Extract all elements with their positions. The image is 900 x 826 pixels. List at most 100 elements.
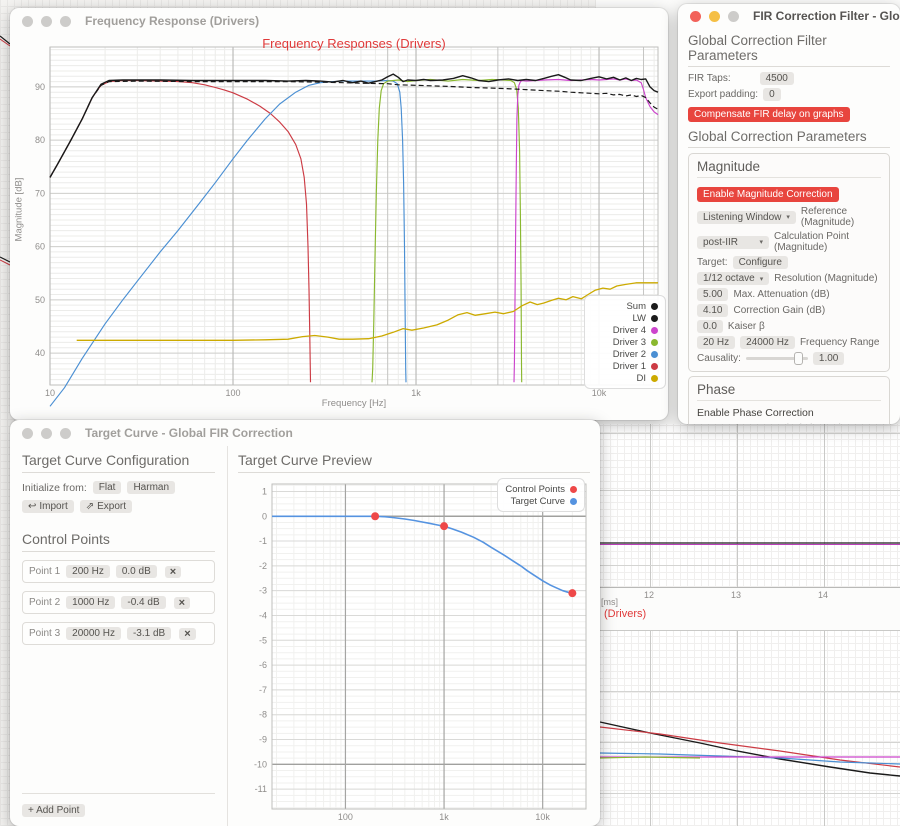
ms-axis-unit: [ms]	[601, 597, 618, 607]
legend-label: Driver 4	[613, 325, 646, 336]
svg-text:60: 60	[35, 242, 45, 252]
zoom-window-button[interactable]	[60, 428, 71, 439]
kaiser-beta-input[interactable]: 0.0	[697, 320, 723, 333]
resolution-dropdown[interactable]: 1/12 octave▾	[697, 272, 769, 285]
causality-slider-knob[interactable]	[794, 352, 803, 365]
minimize-window-button[interactable]	[41, 428, 52, 439]
svg-text:10k: 10k	[592, 388, 607, 398]
target-curve-preview-plot[interactable]: 10-1-2-3-4-5-6-7-8-9-10-111001k10k	[228, 478, 600, 826]
calculation-point-dropdown[interactable]: post-IIR▾	[697, 236, 769, 249]
target-window-titlebar[interactable]: Target Curve - Global FIR Correction	[10, 420, 600, 446]
point-frequency-input[interactable]: 200 Hz	[66, 565, 110, 578]
remove-point-button[interactable]: ×	[165, 566, 181, 578]
ms-tick-13: 13	[731, 590, 741, 600]
svg-text:-2: -2	[259, 561, 267, 571]
point-name: Point 2	[29, 597, 60, 608]
close-window-button[interactable]	[22, 428, 33, 439]
preview-heading: Target Curve Preview	[238, 452, 590, 473]
freq-window-titlebar[interactable]: Frequency Response (Drivers)	[10, 8, 668, 34]
add-point-button[interactable]: + Add Point	[22, 804, 85, 817]
remove-point-button[interactable]: ×	[174, 597, 190, 609]
harman-button[interactable]: Harman	[127, 481, 175, 494]
import-button[interactable]: ↩Import	[22, 500, 74, 513]
remove-point-button[interactable]: ×	[179, 628, 195, 640]
background-phase-chart	[596, 630, 900, 826]
legend-dot	[651, 303, 658, 310]
control-point-row: Point 3 20000 Hz -3.1 dB ×	[22, 622, 215, 645]
max-attenuation-input[interactable]: 5.00	[697, 288, 728, 301]
causality-slider[interactable]	[746, 357, 808, 360]
resolution-label: Resolution (Magnitude)	[774, 273, 877, 284]
legend-label: Driver 3	[613, 337, 646, 348]
legend-label: DI	[637, 373, 647, 384]
zoom-window-button[interactable]	[728, 11, 739, 22]
frequency-range-low-input[interactable]: 20 Hz	[697, 336, 735, 349]
phase-group: Phase Enable Phase Correction post-IIR▾ …	[688, 376, 890, 424]
point-gain-input[interactable]: 0.0 dB	[116, 565, 157, 578]
chevron-down-icon: ▾	[759, 238, 763, 246]
calculation-point-label: Calculation Point (Magnitude)	[774, 231, 881, 253]
point-frequency-input[interactable]: 1000 Hz	[66, 596, 115, 609]
ms-tick-14: 14	[818, 590, 828, 600]
legend-dot	[651, 363, 658, 370]
svg-text:10k: 10k	[535, 812, 550, 822]
frequency-response-plot[interactable]: 405060708090101001k10k	[10, 34, 668, 420]
legend-dot	[651, 339, 658, 346]
svg-text:1: 1	[262, 486, 267, 496]
control-point-row: Point 2 1000 Hz -0.4 dB ×	[22, 591, 215, 614]
minimize-window-button[interactable]	[41, 16, 52, 27]
export-icon: ⇗	[86, 501, 94, 512]
svg-text:100: 100	[225, 388, 240, 398]
legend-label: Target Curve	[511, 496, 565, 507]
reference-dropdown[interactable]: Listening Window▾	[697, 211, 796, 224]
causality-label: Causality:	[697, 353, 741, 364]
svg-text:-9: -9	[259, 735, 267, 745]
legend-label: Control Points	[505, 484, 565, 495]
export-padding-input[interactable]: 0	[763, 88, 781, 101]
configure-target-button[interactable]: Configure	[733, 256, 788, 269]
fir-taps-label: FIR Taps:	[688, 73, 731, 84]
phase-calculation-point-label: Calculation Point (Phase)	[774, 423, 881, 424]
ms-tick-12: 12	[644, 590, 654, 600]
fir-taps-input[interactable]: 4500	[760, 72, 794, 85]
correction-gain-label: Correction Gain (dB)	[733, 305, 825, 316]
point-gain-input[interactable]: -0.4 dB	[121, 596, 165, 609]
correction-gain-input[interactable]: 4.10	[697, 304, 728, 317]
legend-dot	[570, 486, 577, 493]
reference-label: Reference (Magnitude)	[801, 206, 881, 228]
svg-text:-10: -10	[254, 759, 267, 769]
flat-button[interactable]: Flat	[93, 481, 122, 494]
point-name: Point 1	[29, 566, 60, 577]
chart-legend: Sum LW Driver 4 Driver 3 Driver 2 Driver…	[584, 295, 666, 389]
point-gain-input[interactable]: -3.1 dB	[127, 627, 171, 640]
svg-text:-7: -7	[259, 685, 267, 695]
zoom-window-button[interactable]	[60, 16, 71, 27]
target-label: Target:	[697, 257, 728, 268]
magnitude-heading: Magnitude	[697, 159, 881, 178]
import-icon: ↩	[28, 501, 36, 512]
svg-text:10: 10	[45, 388, 55, 398]
window-title: Frequency Response (Drivers)	[85, 14, 259, 28]
enable-magnitude-correction-button[interactable]: Enable Magnitude Correction	[697, 187, 839, 202]
kaiser-beta-label: Kaiser β	[728, 321, 765, 332]
frequency-range-high-input[interactable]: 24000 Hz	[740, 336, 795, 349]
window-title: Target Curve - Global FIR Correction	[85, 426, 293, 440]
minimize-window-button[interactable]	[709, 11, 720, 22]
configuration-heading: Target Curve Configuration	[22, 452, 215, 473]
svg-text:1k: 1k	[439, 812, 449, 822]
enable-phase-correction-button[interactable]: Enable Phase Correction	[697, 407, 881, 419]
svg-text:100: 100	[338, 812, 353, 822]
close-window-button[interactable]	[690, 11, 701, 22]
control-points-heading: Control Points	[22, 531, 215, 552]
fir-window-titlebar[interactable]: FIR Correction Filter - Global	[678, 4, 900, 28]
causality-value-input[interactable]: 1.00	[813, 352, 844, 365]
svg-text:40: 40	[35, 348, 45, 358]
svg-text:-4: -4	[259, 610, 267, 620]
export-button[interactable]: ⇗Export	[80, 500, 132, 513]
compensate-fir-delay-button[interactable]: Compensate FIR delay on graphs	[688, 107, 850, 122]
close-window-button[interactable]	[22, 16, 33, 27]
svg-text:-11: -11	[255, 784, 267, 794]
target-curve-window: Target Curve - Global FIR Correction Tar…	[10, 420, 600, 826]
svg-text:-6: -6	[259, 660, 267, 670]
point-frequency-input[interactable]: 20000 Hz	[66, 627, 121, 640]
